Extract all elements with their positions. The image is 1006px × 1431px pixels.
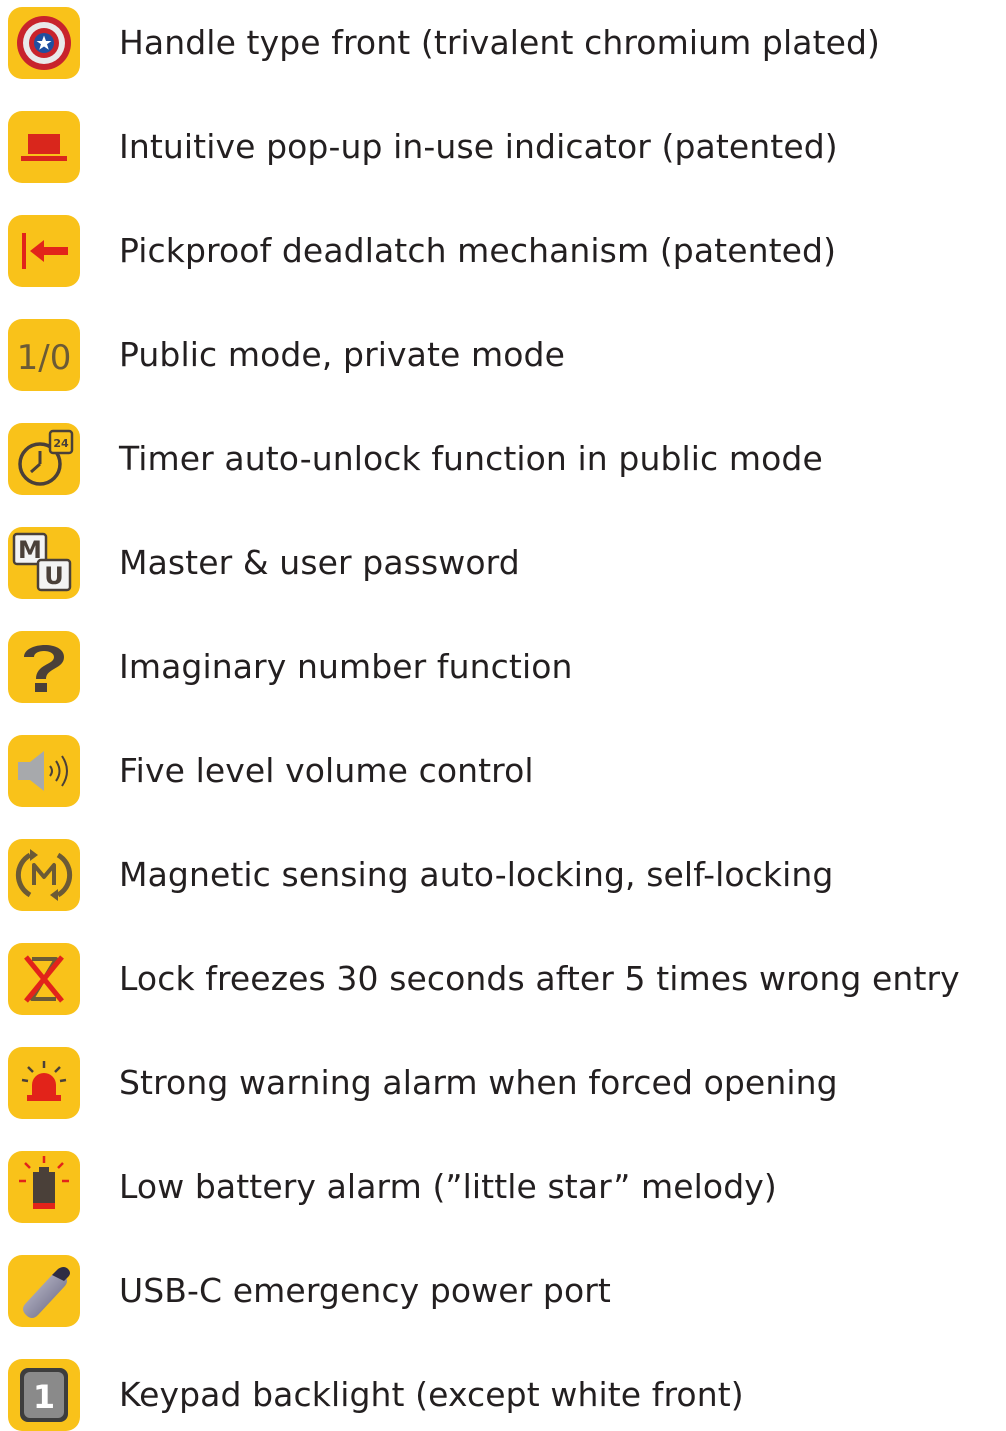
indicator-icon bbox=[8, 111, 80, 183]
feature-label: Low battery alarm (”little star” melody) bbox=[119, 1167, 777, 1206]
feature-label: Pickproof deadlatch mechanism (patented) bbox=[119, 231, 837, 270]
feature-label: Magnetic sensing auto-locking, self-lock… bbox=[119, 855, 834, 894]
shield-icon bbox=[8, 7, 80, 79]
feature-label: Handle type front (trivalent chromium pl… bbox=[119, 23, 881, 62]
password-icon: M U bbox=[8, 527, 80, 599]
feature-label: Five level volume control bbox=[119, 751, 534, 790]
mode-icon: 1/0 bbox=[8, 319, 80, 391]
feature-row-handle: Handle type front (trivalent chromium pl… bbox=[8, 7, 1004, 79]
mode-icon-text: 1/0 bbox=[17, 338, 72, 378]
feature-label: Keypad backlight (except white front) bbox=[119, 1375, 744, 1414]
alarm-icon bbox=[8, 1047, 80, 1119]
feature-label: Lock freezes 30 seconds after 5 times wr… bbox=[119, 959, 960, 998]
keypad-icon: 1 bbox=[8, 1359, 80, 1431]
volume-icon bbox=[8, 735, 80, 807]
feature-row-timer: 24 Timer auto-unlock function in public … bbox=[8, 423, 1004, 495]
user-icon-text: U bbox=[44, 562, 64, 590]
feature-row-alarm: Strong warning alarm when forced opening bbox=[8, 1047, 1004, 1119]
freeze-icon bbox=[8, 943, 80, 1015]
usb-icon bbox=[8, 1255, 80, 1327]
deadlatch-icon bbox=[8, 215, 80, 287]
feature-label: Imaginary number function bbox=[119, 647, 573, 686]
feature-row-freeze: Lock freezes 30 seconds after 5 times wr… bbox=[8, 943, 1004, 1015]
feature-label: Master & user password bbox=[119, 543, 520, 582]
magnet-icon bbox=[8, 839, 80, 911]
feature-label: Strong warning alarm when forced opening bbox=[119, 1063, 838, 1102]
feature-row-deadlatch: Pickproof deadlatch mechanism (patented) bbox=[8, 215, 1004, 287]
question-icon bbox=[8, 631, 80, 703]
feature-row-keypad: 1 Keypad backlight (except white front) bbox=[8, 1359, 1004, 1431]
feature-row-battery: Low battery alarm (”little star” melody) bbox=[8, 1151, 1004, 1223]
timer-icon-text: 24 bbox=[53, 437, 69, 450]
feature-list: Handle type front (trivalent chromium pl… bbox=[0, 0, 1006, 1431]
feature-label: Timer auto-unlock function in public mod… bbox=[119, 439, 823, 478]
feature-row-magnetic: Magnetic sensing auto-locking, self-lock… bbox=[8, 839, 1004, 911]
feature-row-indicator: Intuitive pop-up in-use indicator (paten… bbox=[8, 111, 1004, 183]
feature-row-volume: Five level volume control bbox=[8, 735, 1004, 807]
keypad-icon-text: 1 bbox=[33, 1378, 55, 1416]
timer-icon: 24 bbox=[8, 423, 80, 495]
feature-row-imaginary: Imaginary number function bbox=[8, 631, 1004, 703]
feature-row-usb: USB-C emergency power port bbox=[8, 1255, 1004, 1327]
feature-label: Intuitive pop-up in-use indicator (paten… bbox=[119, 127, 838, 166]
feature-label: USB-C emergency power port bbox=[119, 1271, 611, 1310]
feature-label: Public mode, private mode bbox=[119, 335, 565, 374]
feature-row-password: M U Master & user password bbox=[8, 527, 1004, 599]
feature-row-mode: 1/0 Public mode, private mode bbox=[8, 319, 1004, 391]
battery-icon bbox=[8, 1151, 80, 1223]
